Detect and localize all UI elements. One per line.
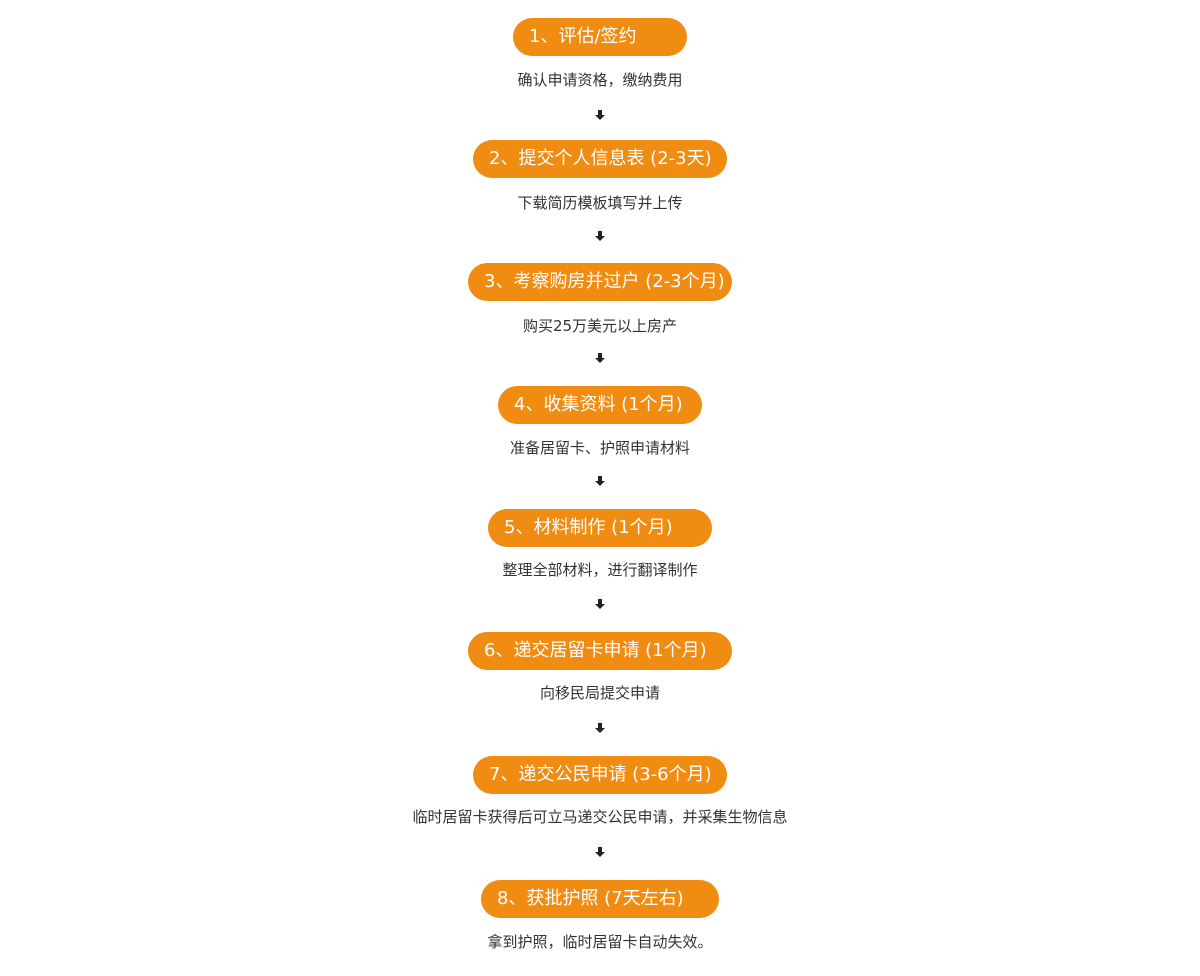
step-description: 确认申请资格，缴纳费用 bbox=[517, 71, 683, 89]
step-title: 5、材料制作 (1个月) bbox=[488, 509, 712, 547]
step-title: 4、收集资料 (1个月) bbox=[498, 386, 702, 424]
step-description: 下载简历模板填写并上传 bbox=[517, 194, 683, 212]
step-title: 2、提交个人信息表 (2-3天) bbox=[473, 140, 727, 178]
step-title: 3、考察购房并过户 (2-3个月) bbox=[468, 263, 732, 301]
step-description: 向移民局提交申请 bbox=[539, 684, 660, 702]
step-description: 整理全部材料，进行翻译制作 bbox=[502, 561, 698, 579]
step-title: 8、获批护照 (7天左右) bbox=[481, 880, 719, 918]
step-description: 拿到护照，临时居留卡自动失效。 bbox=[487, 933, 713, 951]
process-flowchart: 1、评估/签约 确认申请资格，缴纳费用 2、提交个人信息表 (2-3天) 下载简… bbox=[0, 0, 1200, 976]
step-title: 6、递交居留卡申请 (1个月) bbox=[468, 632, 732, 670]
step-description: 准备居留卡、护照申请材料 bbox=[509, 439, 690, 457]
step-title: 7、递交公民申请 (3-6个月) bbox=[473, 756, 727, 794]
step-title: 1、评估/签约 bbox=[513, 18, 687, 56]
step-description: 购买25万美元以上房产 bbox=[522, 317, 678, 335]
step-description: 临时居留卡获得后可立马递交公民申请，并采集生物信息 bbox=[412, 808, 788, 826]
